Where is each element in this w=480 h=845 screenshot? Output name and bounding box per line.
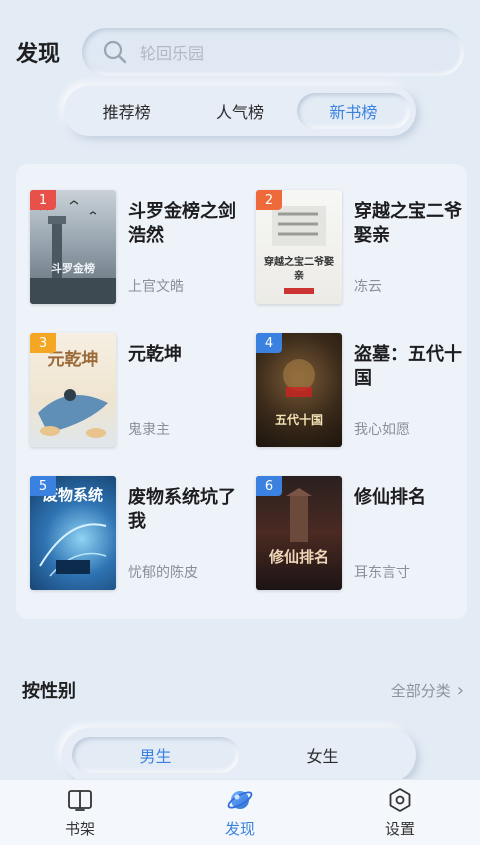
cover-title: 修仙排名 [268,548,329,566]
book-open-icon [68,790,92,811]
book-cover[interactable]: 2 穿越之宝二爷娶亲 [256,190,342,304]
tab-recommend[interactable]: 推荐榜 [70,93,183,129]
nav-label: 书架 [64,820,95,838]
rank-badge: 5 [30,476,56,496]
book-cover[interactable]: 6 修仙排名 [256,476,342,590]
chevron-right-icon: › [456,679,464,701]
rank-badge: 2 [256,190,282,210]
nav-label: 发现 [224,820,255,838]
cover-title: 五代十国 [274,413,323,427]
settings-hexagon-icon [389,788,411,812]
tab-popular[interactable]: 人气榜 [183,93,296,129]
all-categories-link[interactable]: 全部分类 › [391,680,464,701]
book-title[interactable]: 盗墓：五代十国 [354,343,464,391]
rank-badge: 1 [30,190,56,210]
nav-discover[interactable]: 发现 [160,780,320,845]
book-cover[interactable]: 1 斗罗金榜 [30,190,116,304]
tab-new-books[interactable]: 新书榜 [296,93,410,129]
book-cover[interactable]: 4 五代十国 [256,333,342,447]
nav-settings[interactable]: 设置 [320,780,480,845]
rank-badge: 6 [256,476,282,496]
rank-tabs: 推荐榜 人气榜 新书榜 [64,86,416,136]
rank-badge: 4 [256,333,282,353]
book-title[interactable]: 穿越之宝二爷娶亲 [354,200,464,248]
nav-label: 设置 [384,820,415,838]
tab-male[interactable]: 男生 [72,737,239,773]
header: 发现 轮回乐园 [16,26,464,78]
book-item[interactable]: 2 穿越之宝二爷娶亲 穿越之宝二爷娶亲 冻云 [256,190,466,306]
book-item[interactable]: 1 斗罗金榜 斗罗金榜之剑浩然 上官文皓 [30,190,240,306]
search-placeholder: 轮回乐园 [140,44,205,63]
book-title[interactable]: 斗罗金榜之剑浩然 [128,200,238,248]
page-title: 发现 [16,42,61,67]
book-item[interactable]: 5 废物系统 废物系统坑了我 忧郁的陈皮 [30,476,240,592]
gender-tabs: 男生 女生 [62,728,416,782]
book-title[interactable]: 元乾坤 [128,343,238,367]
search-icon [103,40,127,64]
book-title[interactable]: 修仙排名 [354,486,464,510]
book-item[interactable]: 6 修仙排名 修仙排名 耳东言寸 [256,476,466,592]
book-author: 上官文皓 [128,279,184,295]
book-author: 我心如愿 [354,422,410,438]
search-input[interactable]: 轮回乐园 [82,28,464,76]
rank-badge: 3 [30,333,56,353]
book-cover[interactable]: 3 元乾坤 [30,333,116,447]
nav-bookshelf[interactable]: 书架 [0,780,160,845]
book-ranking-panel: 1 斗罗金榜 斗罗金榜之剑浩然 上官文皓 2 穿越之宝二爷娶亲 穿越之宝二爷娶亲… [16,164,467,619]
bottom-nav: 书架 发现 设置 [0,779,480,845]
book-author: 冻云 [354,279,382,295]
planet-icon [227,791,253,809]
book-title[interactable]: 废物系统坑了我 [128,486,238,534]
gender-section-header: 按性别 全部分类 › [22,676,464,704]
book-author: 忧郁的陈皮 [128,565,198,581]
all-categories-label: 全部分类 [390,681,451,700]
book-author: 耳东言寸 [354,565,410,581]
section-title: 按性别 [22,681,76,702]
book-cover[interactable]: 5 废物系统 [30,476,116,590]
cover-title: 斗罗金榜 [51,262,95,275]
book-item[interactable]: 3 元乾坤 元乾坤 鬼隶主 [30,333,240,449]
book-item[interactable]: 4 五代十国 盗墓：五代十国 我心如愿 [256,333,466,449]
cover-title: 穿越之宝二爷娶亲 [264,257,334,282]
tab-female[interactable]: 女生 [239,737,406,773]
book-author: 鬼隶主 [128,422,170,438]
